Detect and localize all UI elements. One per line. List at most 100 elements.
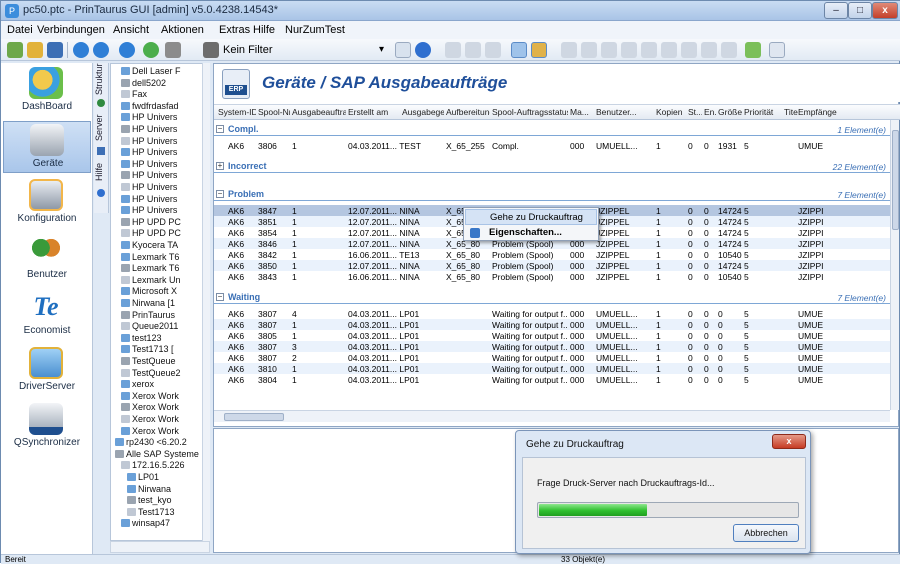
tool-icon-12[interactable] <box>721 42 737 58</box>
tool-icon-7[interactable] <box>621 42 637 58</box>
tree-item[interactable]: Xerox Work <box>121 402 179 412</box>
tree-item[interactable]: Nirwana <box>127 484 171 494</box>
column-header[interactable]: Priorität <box>744 107 780 117</box>
menu-datei[interactable]: Datei <box>7 24 33 36</box>
table-row[interactable]: AK6 3806 1 04.03.2011... TEST X_65_255 Compl.… <box>214 140 890 151</box>
tree-item[interactable]: LP01 <box>127 472 159 482</box>
column-header[interactable]: Ma... <box>570 107 594 117</box>
tree-item[interactable]: test123 <box>121 333 162 343</box>
table-row[interactable]: AK6 3842 1 16.06.2011... TE13 X_65_80 Problem… <box>214 249 890 260</box>
tree-item[interactable]: HP Univers <box>121 124 177 134</box>
group-header[interactable]: − Problem 7 Element(e) <box>214 187 890 201</box>
column-header[interactable]: Spool-Auftragsstatus <box>492 107 568 117</box>
column-header[interactable]: Empfänge <box>798 107 898 117</box>
save-icon[interactable] <box>47 42 63 58</box>
tree-item[interactable]: TestQueue <box>121 356 176 366</box>
list-horizontal-scrollbar[interactable] <box>214 410 890 422</box>
minimize-button[interactable]: – <box>824 2 848 19</box>
table-row[interactable]: AK6 3807 4 04.03.2011... LP01 Waiting for ou… <box>214 308 890 319</box>
tool-icon-11[interactable] <box>701 42 717 58</box>
nav-dashboard[interactable]: DashBoard <box>3 65 91 117</box>
menu-aktionen[interactable]: Aktionen <box>161 24 204 36</box>
tree-item[interactable]: dell5202 <box>121 78 166 88</box>
table-row[interactable]: AK6 3843 1 16.06.2011... NINA X_65_80 Problem… <box>214 271 890 282</box>
nav-driverserver[interactable]: DriverServer <box>3 345 91 397</box>
tree-item[interactable]: Xerox Work <box>121 414 179 424</box>
collapse-icon[interactable]: − <box>216 293 224 301</box>
cancel-button[interactable]: Abbrechen <box>733 524 799 542</box>
tool-icon-13[interactable] <box>745 42 761 58</box>
menu-ansicht[interactable]: Ansicht <box>113 24 149 36</box>
maximize-button[interactable]: □ <box>848 2 872 19</box>
tree-item[interactable]: Nirwana [1 <box>121 298 175 308</box>
column-header[interactable]: En... <box>704 107 716 117</box>
group-header[interactable]: − Waiting 7 Element(e) <box>214 290 890 304</box>
tool-icon-4[interactable] <box>561 42 577 58</box>
nav-qsynchronizer[interactable]: QSynchronizer <box>3 401 91 453</box>
tree-horizontal-scrollbar[interactable] <box>110 541 210 553</box>
forward-icon[interactable] <box>93 42 109 58</box>
nav-economist[interactable]: Te Economist <box>3 289 91 341</box>
menu-extras[interactable]: Extras <box>219 24 250 36</box>
ctx-properties[interactable]: Eigenschaften... <box>465 225 597 241</box>
search-icon[interactable] <box>395 42 411 58</box>
tree-item[interactable]: HP Univers <box>121 159 177 169</box>
tree-item[interactable]: PrinTaurus <box>121 310 175 320</box>
scroll-thumb[interactable] <box>224 413 284 421</box>
tree-item[interactable]: HP Univers <box>121 112 177 122</box>
tree-item[interactable]: xerox <box>121 379 154 389</box>
collapse-icon[interactable]: − <box>216 190 224 198</box>
tree-item[interactable]: Xerox Work <box>121 426 179 436</box>
tree-item[interactable]: Lexmark T6 <box>121 263 179 273</box>
tab-hilfe[interactable]: Hilfe <box>94 159 109 185</box>
tree-item[interactable]: Xerox Work <box>121 391 179 401</box>
ctx-goto-print-job[interactable]: Gehe zu Druckauftrag <box>465 209 597 225</box>
tree-item[interactable]: fwdfrdasfad <box>121 101 179 111</box>
column-header[interactable]: System-ID <box>218 107 256 117</box>
tree-item[interactable]: HP Univers <box>121 205 177 215</box>
column-header[interactable]: Ausgabeauftrag... <box>292 107 346 117</box>
tool-icon-2[interactable] <box>465 42 481 58</box>
group-header[interactable]: + Incorrect 22 Element(e) <box>214 159 890 173</box>
column-header[interactable]: Spool-Nr. <box>258 107 290 117</box>
scroll-thumb[interactable] <box>892 130 899 230</box>
help-icon[interactable] <box>415 42 431 58</box>
back-icon[interactable] <box>73 42 89 58</box>
dropdown-arrow-icon[interactable]: ▾ <box>379 42 395 58</box>
column-header[interactable]: Titel <box>784 107 798 117</box>
column-header[interactable]: Kopien <box>656 107 686 117</box>
column-header[interactable]: Erstellt am <box>348 107 400 117</box>
menu-nurzumtest[interactable]: NurZumTest <box>285 24 345 36</box>
tree-item[interactable]: 172.16.5.226 <box>121 460 185 470</box>
new-icon[interactable] <box>7 42 23 58</box>
tree-item[interactable]: Microsoft X <box>121 286 177 296</box>
column-header[interactable]: Ausgabegerät <box>402 107 444 117</box>
tab-struktur[interactable]: Struktur <box>94 63 109 95</box>
view-icon-1[interactable] <box>511 42 527 58</box>
filter-label[interactable]: Kein Filter <box>223 44 273 56</box>
nav-benutzer[interactable]: Benutzer <box>3 233 91 285</box>
collapse-icon[interactable]: − <box>216 125 224 133</box>
tree-item[interactable]: HP Univers <box>121 194 177 204</box>
tree-item[interactable]: Dell Laser F <box>121 66 181 76</box>
tree-item[interactable]: HP Univers <box>121 182 177 192</box>
tool-icon-8[interactable] <box>641 42 657 58</box>
tree-item[interactable]: Lexmark Un <box>121 275 181 285</box>
tool-icon-9[interactable] <box>661 42 677 58</box>
tool-icon-10[interactable] <box>681 42 697 58</box>
tree-item[interactable]: Kyocera TA <box>121 240 178 250</box>
tree-item[interactable]: test_kyo <box>127 495 172 505</box>
tree-item[interactable]: Queue2011 <box>121 321 178 331</box>
tree-item[interactable]: winsap47 <box>121 518 170 528</box>
column-header[interactable]: Benutzer... <box>596 107 654 117</box>
tree-item[interactable]: HP Univers <box>121 147 177 157</box>
table-row[interactable]: AK6 3850 1 12.07.2011... NINA X_65_80 Problem… <box>214 260 890 271</box>
filter-icon[interactable] <box>165 42 181 58</box>
tab-server[interactable]: Server <box>94 113 109 143</box>
tree-item[interactable]: rp2430 <6.20.2 <box>115 437 187 447</box>
table-row[interactable]: AK6 3807 2 04.03.2011... LP01 Waiting for ou… <box>214 352 890 363</box>
tree-item[interactable]: HP UPD PC <box>121 217 181 227</box>
tool-icon-6[interactable] <box>601 42 617 58</box>
table-row[interactable]: AK6 3807 1 04.03.2011... LP01 Waiting for ou… <box>214 319 890 330</box>
tool-icon-5[interactable] <box>581 42 597 58</box>
